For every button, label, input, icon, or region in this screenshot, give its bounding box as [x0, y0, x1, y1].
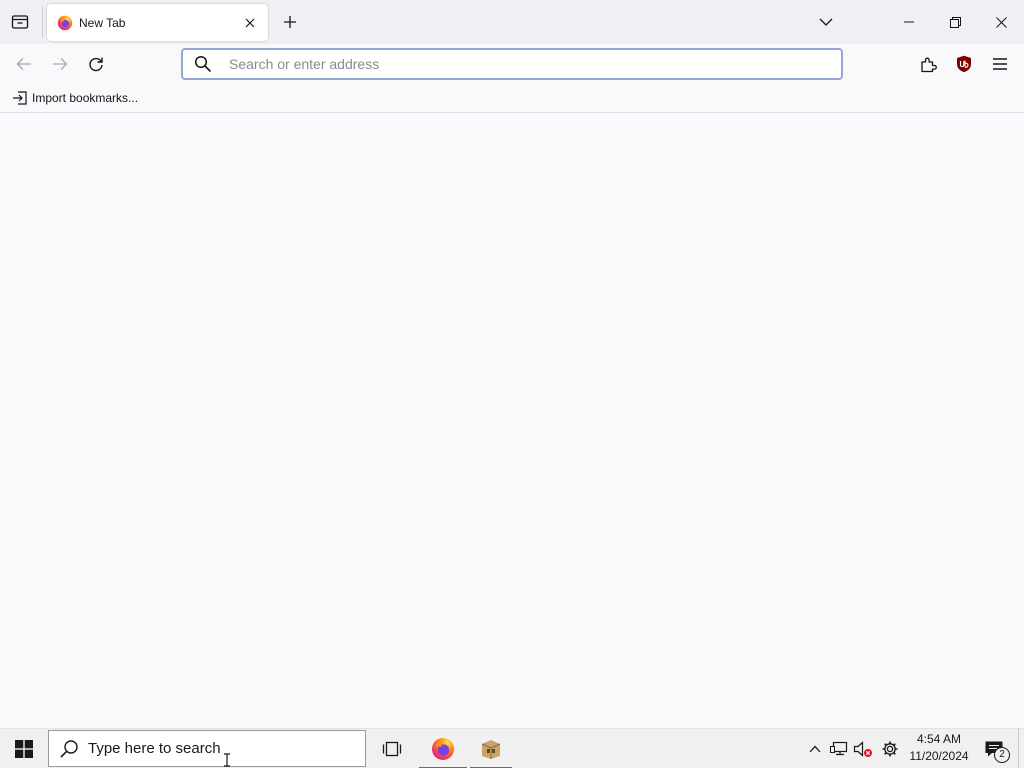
navigation-toolbar [0, 44, 1024, 84]
plus-icon [284, 16, 296, 28]
close-icon [995, 16, 1007, 28]
back-arrow-icon [16, 58, 31, 70]
reload-icon [89, 57, 103, 72]
firefox-icon [57, 15, 73, 31]
chevron-down-icon [819, 18, 833, 26]
back-button[interactable] [8, 48, 40, 80]
minimize-button[interactable] [886, 0, 932, 44]
show-desktop-button[interactable] [1018, 729, 1024, 768]
address-bar[interactable] [181, 48, 843, 80]
import-bookmarks-label: Import bookmarks... [32, 91, 139, 105]
network-button[interactable] [829, 739, 849, 759]
tab-title: New Tab [79, 15, 126, 30]
new-tab-button[interactable] [276, 8, 304, 36]
puzzle-icon [921, 57, 937, 73]
address-input[interactable] [227, 55, 811, 73]
minimize-icon [904, 21, 914, 23]
taskbar-search-placeholder: Type here to search [88, 740, 221, 757]
package-icon [479, 737, 503, 761]
firefox-view-icon [11, 14, 29, 30]
taskbar-app-package[interactable] [470, 729, 512, 768]
task-view-button[interactable] [372, 729, 412, 768]
bookmarks-toolbar: Import bookmarks... [0, 84, 1024, 113]
windows-logo-icon [15, 740, 33, 758]
volume-button[interactable] [853, 739, 873, 759]
extensions-button[interactable] [912, 48, 944, 80]
import-icon [12, 90, 28, 106]
tab-strip: New Tab [0, 0, 1024, 44]
action-center-button[interactable]: 2 [978, 733, 1010, 765]
ublock-origin-button[interactable] [948, 48, 980, 80]
reload-button[interactable] [80, 48, 112, 80]
network-icon [830, 741, 848, 756]
search-icon [194, 55, 212, 73]
import-bookmarks-button[interactable]: Import bookmarks... [8, 88, 142, 108]
close-window-button[interactable] [978, 0, 1024, 44]
windows-taskbar: Type here to search 4:54 AM 11/20/2024 2 [0, 728, 1024, 768]
close-tab-button[interactable] [238, 11, 262, 35]
volume-muted-icon [853, 741, 872, 757]
firefox-icon [431, 737, 455, 761]
start-button[interactable] [0, 729, 48, 768]
restore-button[interactable] [932, 0, 978, 44]
task-view-icon [382, 741, 402, 757]
firefox-view-button[interactable] [4, 6, 36, 38]
clock-time: 4:54 AM [916, 732, 962, 746]
taskbar-search-box[interactable]: Type here to search [48, 730, 366, 767]
tab-new-tab[interactable]: New Tab [47, 4, 268, 41]
taskbar-app-firefox[interactable] [419, 729, 467, 768]
notification-count-badge: 2 [994, 747, 1010, 763]
taskbar-clock[interactable]: 4:54 AM 11/20/2024 [904, 731, 974, 767]
chevron-up-icon [809, 745, 821, 753]
hamburger-menu-icon [993, 58, 1007, 70]
tab-separator [42, 6, 43, 38]
forward-arrow-icon [53, 58, 68, 70]
text-cursor-icon [222, 753, 232, 767]
forward-button[interactable] [44, 48, 76, 80]
ublock-origin-icon [957, 55, 971, 73]
search-icon [59, 739, 79, 759]
page-content[interactable] [0, 113, 1024, 728]
list-all-tabs-button[interactable] [812, 8, 840, 36]
close-icon [245, 18, 255, 27]
desktop-screen: New Tab Search or enter address Import b… [0, 0, 1024, 768]
show-hidden-icons-button[interactable] [806, 739, 824, 759]
restore-icon [949, 16, 961, 28]
settings-button[interactable] [880, 739, 900, 759]
clock-date: 11/20/2024 [909, 749, 969, 763]
gear-icon [882, 741, 898, 757]
application-menu-button[interactable] [984, 48, 1016, 80]
